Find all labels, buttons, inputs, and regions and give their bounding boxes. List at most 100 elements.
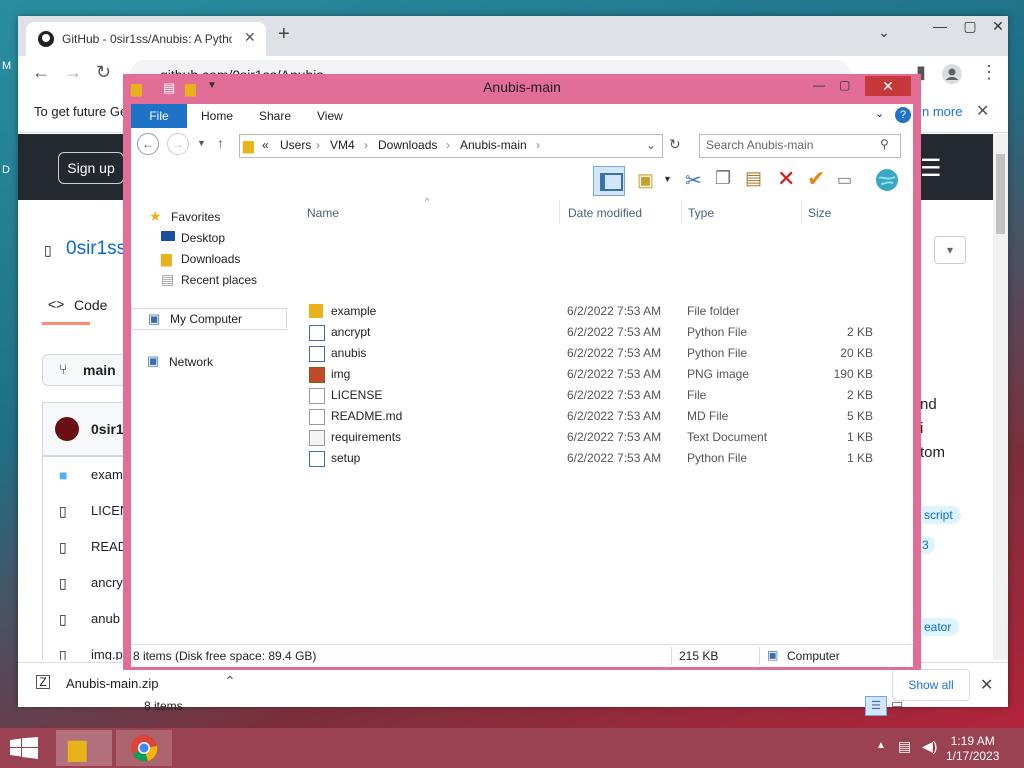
column-header-name[interactable]: Name: [307, 206, 339, 220]
menu-icon[interactable]: ⋮: [980, 62, 998, 83]
learn-more-link[interactable]: n more: [922, 104, 962, 119]
sign-up-button[interactable]: Sign up: [58, 152, 124, 184]
dropdown-button[interactable]: ▾: [934, 236, 966, 264]
clock[interactable]: 1:19 AM 1/17/2023: [946, 734, 999, 764]
chevron-down-icon[interactable]: ▼: [663, 174, 672, 184]
table-row[interactable]: README.md 6/2/2022 7:53 AM MD File 5 KB: [307, 406, 897, 427]
delete-icon[interactable]: ✕: [777, 166, 795, 192]
address-bar[interactable]: ▆ « Users › VM4 › Downloads › Anubis-mai…: [239, 134, 663, 158]
column-header-type[interactable]: Type: [688, 206, 714, 220]
tab-search-icon[interactable]: ⌄: [864, 24, 904, 41]
download-filename[interactable]: Anubis-main.zip: [66, 676, 159, 691]
chrome-taskbar-button[interactable]: [116, 730, 172, 766]
show-all-button[interactable]: Show all: [892, 669, 970, 701]
column-divider[interactable]: [681, 200, 682, 224]
tab-file[interactable]: File: [131, 104, 187, 128]
maximize-icon[interactable]: ▢: [839, 78, 850, 92]
table-row[interactable]: requirements 6/2/2022 7:53 AM Text Docum…: [307, 427, 897, 448]
recent-locations-icon[interactable]: ▼: [197, 138, 206, 148]
nav-desktop[interactable]: Desktop: [181, 231, 225, 245]
table-row[interactable]: img 6/2/2022 7:53 AM PNG image 190 KB: [307, 364, 897, 385]
network-icon[interactable]: ▤: [898, 738, 911, 755]
browser-tab[interactable]: GitHub - 0sir1ss/Anubis: A Python ✕: [26, 22, 266, 56]
close-download-bar-icon[interactable]: ✕: [980, 675, 993, 695]
column-header-date[interactable]: Date modified: [568, 206, 642, 220]
tab-view[interactable]: View: [317, 109, 343, 123]
page-scrollbar[interactable]: [993, 134, 1008, 660]
nav-network[interactable]: Network: [169, 355, 213, 369]
chevron-down-icon[interactable]: ⌄: [646, 138, 656, 152]
back-icon[interactable]: ←: [137, 133, 159, 155]
forward-icon[interactable]: →: [167, 133, 189, 155]
table-row[interactable]: example 6/2/2022 7:53 AM File folder: [307, 301, 897, 322]
table-row[interactable]: setup 6/2/2022 7:53 AM Python File 1 KB: [307, 448, 897, 469]
table-row[interactable]: ancrypt 6/2/2022 7:53 AM Python File 2 K…: [307, 322, 897, 343]
refresh-icon[interactable]: ↻: [669, 136, 681, 153]
copy-icon[interactable]: ❐: [715, 168, 731, 189]
nav-favorites[interactable]: Favorites: [171, 210, 220, 224]
chevron-right-icon[interactable]: ›: [446, 138, 450, 152]
code-tab[interactable]: Code: [74, 297, 107, 313]
list-item[interactable]: exam: [91, 467, 123, 482]
nav-downloads[interactable]: Downloads: [181, 252, 240, 266]
windows-start-icon[interactable]: [10, 737, 38, 759]
details-view-icon[interactable]: ☰: [865, 696, 887, 716]
column-divider[interactable]: [559, 200, 560, 224]
show-hidden-icons-icon[interactable]: ▲: [876, 740, 886, 751]
breadcrumb-item[interactable]: VM4: [330, 138, 355, 152]
chevron-down-icon[interactable]: ⌄: [875, 107, 884, 120]
close-tab-icon[interactable]: ✕: [244, 29, 256, 46]
chevron-up-icon[interactable]: ⌃: [224, 673, 236, 690]
search-input[interactable]: Search Anubis-main ⚲: [699, 134, 901, 158]
close-window-icon[interactable]: ✕: [865, 76, 911, 96]
breadcrumb-item[interactable]: Users: [280, 138, 311, 152]
nav-item-selected[interactable]: ▣ My Computer: [131, 308, 287, 330]
column-header-size[interactable]: Size: [808, 206, 831, 220]
large-icons-view-icon[interactable]: ▭: [891, 696, 903, 712]
reload-icon[interactable]: ↻: [96, 62, 111, 83]
scrollbar-thumb[interactable]: [996, 154, 1005, 234]
profile-icon[interactable]: [942, 64, 962, 84]
properties-icon[interactable]: ▣: [637, 170, 654, 191]
back-icon[interactable]: ←: [32, 62, 50, 83]
volume-icon[interactable]: ◀): [922, 738, 937, 755]
globe-icon[interactable]: [875, 168, 899, 192]
cut-icon[interactable]: ✂: [685, 168, 702, 193]
topic-badge[interactable]: eator: [916, 618, 960, 636]
minimize-icon[interactable]: —: [813, 78, 825, 92]
repo-owner-link[interactable]: 0sir1ss: [66, 238, 126, 260]
list-item[interactable]: img.p: [91, 647, 123, 660]
up-icon[interactable]: ↑: [217, 135, 224, 151]
nav-my-computer[interactable]: My Computer: [170, 312, 242, 326]
table-row[interactable]: LICENSE 6/2/2022 7:53 AM File 2 KB: [307, 385, 897, 406]
column-divider[interactable]: [801, 200, 802, 224]
branch-selector[interactable]: ⑂ main: [42, 354, 134, 386]
tab-share[interactable]: Share: [259, 109, 291, 123]
tab-home[interactable]: Home: [201, 109, 233, 123]
rename-field-icon[interactable]: ▭: [837, 170, 852, 190]
list-item[interactable]: anub: [91, 611, 120, 626]
chevron-right-icon[interactable]: ›: [364, 138, 368, 152]
preview-pane-button[interactable]: [593, 166, 625, 196]
chevron-right-icon[interactable]: ›: [536, 138, 540, 152]
help-icon[interactable]: ?: [895, 107, 911, 123]
breadcrumb-item[interactable]: Anubis-main: [460, 138, 527, 152]
explorer-taskbar-button[interactable]: ▆: [56, 730, 112, 766]
breadcrumb-item[interactable]: Downloads: [378, 138, 437, 152]
nav-recent-places[interactable]: Recent places: [181, 273, 257, 287]
topic-badge[interactable]: script: [916, 506, 961, 524]
new-tab-icon[interactable]: +: [278, 23, 290, 46]
close-window-icon[interactable]: ✕: [978, 18, 1018, 35]
navigation-pane: ★ Favorites Desktop ▆ Downloads ▤ Recent…: [131, 198, 291, 644]
file-type: File folder: [687, 304, 740, 318]
breadcrumb-overflow[interactable]: «: [262, 138, 269, 152]
rename-check-icon[interactable]: ✔: [807, 166, 825, 192]
hamburger-icon[interactable]: ☰: [920, 154, 942, 183]
paste-icon[interactable]: ▤: [745, 168, 762, 189]
table-row[interactable]: anubis 6/2/2022 7:53 AM Python File 20 K…: [307, 343, 897, 364]
close-infobar-icon[interactable]: ✕: [976, 101, 989, 121]
list-item[interactable]: ancry: [91, 575, 123, 590]
chevron-right-icon[interactable]: ›: [316, 138, 320, 152]
list-item[interactable]: READ: [91, 539, 127, 554]
forward-icon[interactable]: →: [64, 62, 82, 83]
